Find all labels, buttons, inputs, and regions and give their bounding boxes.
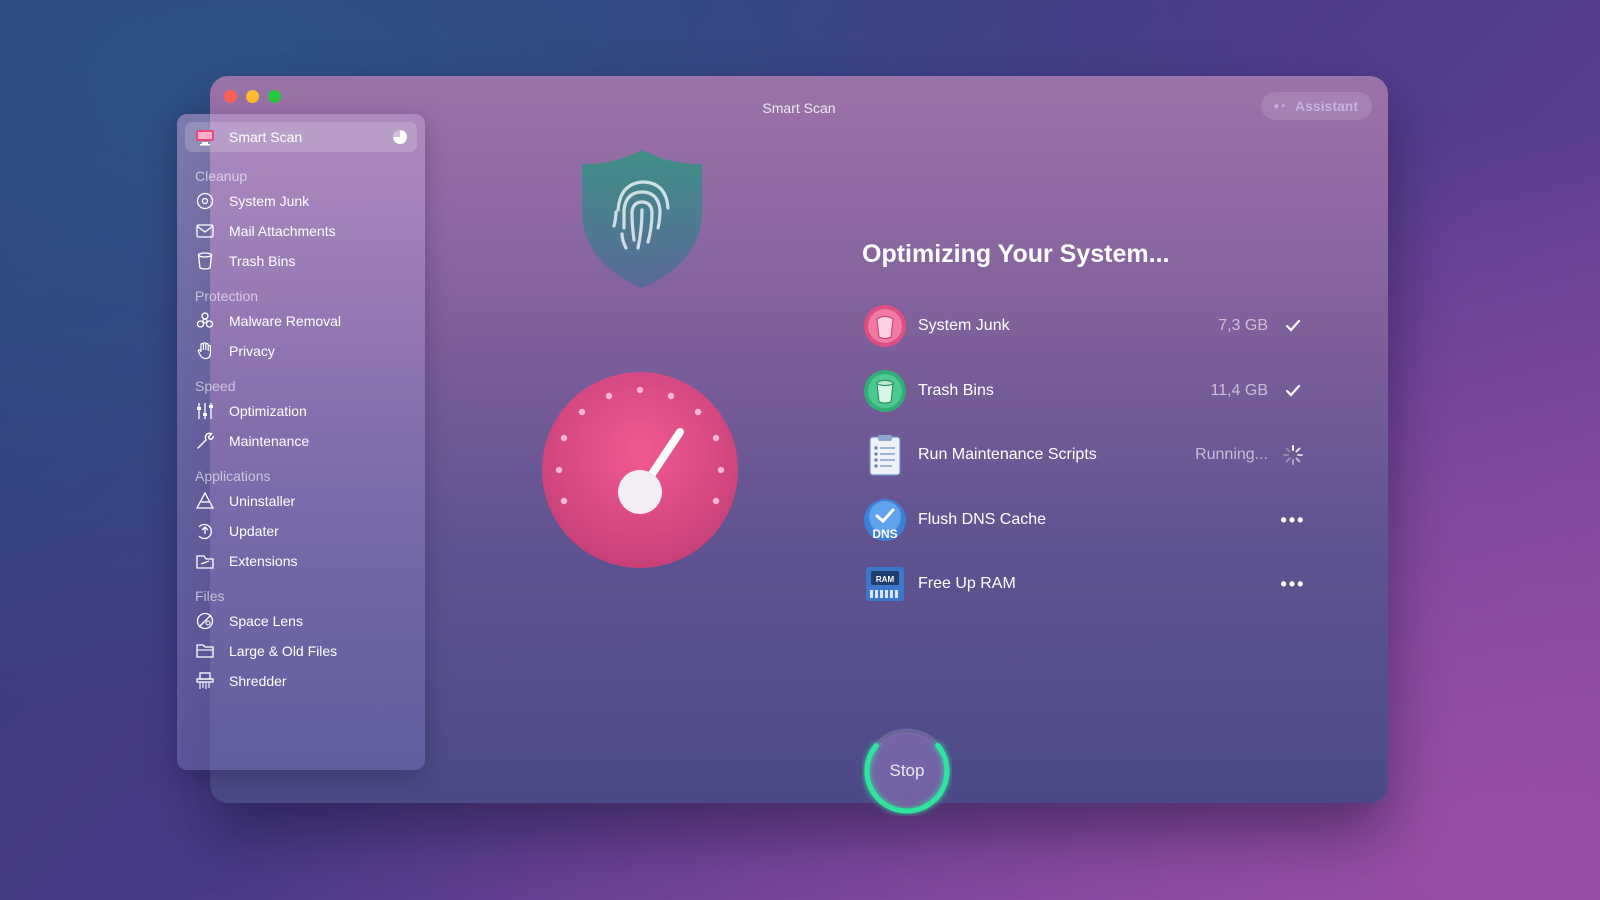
task-label: Trash Bins xyxy=(918,382,994,399)
spinner-icon xyxy=(1282,444,1304,466)
sidebar-item-smart-scan[interactable]: Smart Scan xyxy=(185,122,417,152)
dns-icon: DNS xyxy=(864,499,906,541)
sliders-icon xyxy=(195,401,215,421)
task-row-system-junk: System Junk 7,3 GB xyxy=(864,302,1304,350)
biohazard-icon xyxy=(195,311,215,331)
sidebar-item-label: Space Lens xyxy=(229,613,303,629)
dns-icon-text: DNS xyxy=(872,527,897,541)
sidebar-item-updater[interactable]: Updater xyxy=(177,516,425,546)
sidebar-item-large-old-files[interactable]: Large & Old Files xyxy=(177,636,425,666)
updater-icon xyxy=(195,521,215,541)
clipboard-icon xyxy=(864,434,906,476)
sidebar-item-privacy[interactable]: Privacy xyxy=(177,336,425,366)
sidebar-item-label: System Junk xyxy=(229,193,310,209)
sidebar-section-cleanup: Cleanup xyxy=(195,168,248,184)
stop-button[interactable]: Stop xyxy=(862,726,952,816)
speed-dial-icon xyxy=(540,370,740,575)
sidebar-item-extensions[interactable]: Extensions xyxy=(177,546,425,576)
page-title: Optimizing Your System... xyxy=(862,240,1170,268)
task-size: 7,3 GB xyxy=(1218,317,1268,334)
sidebar-item-label: Privacy xyxy=(229,343,275,359)
sidebar-item-system-junk[interactable]: System Junk xyxy=(177,186,425,216)
sidebar-item-label: Updater xyxy=(229,523,279,539)
task-size: 11,4 GB xyxy=(1210,382,1268,399)
trash-icon xyxy=(195,251,215,271)
sidebar-item-label: Maintenance xyxy=(229,433,310,449)
sidebar-section-speed: Speed xyxy=(195,378,236,394)
more-icon: ••• xyxy=(1280,509,1306,530)
sidebar-item-label: Shredder xyxy=(229,673,287,689)
sidebar-item-label: Malware Removal xyxy=(229,313,342,329)
sidebar-item-label: Large & Old Files xyxy=(229,643,338,659)
system-junk-icon xyxy=(864,305,906,347)
trash-bins-icon xyxy=(864,370,906,412)
sidebar-item-shredder[interactable]: Shredder xyxy=(177,666,425,696)
shredder-icon xyxy=(195,671,215,691)
assistant-label: Assistant xyxy=(1294,98,1358,114)
ram-icon: RAM xyxy=(864,563,906,605)
wrench-icon xyxy=(195,431,215,451)
sidebar-item-optimization[interactable]: Optimization xyxy=(177,396,425,426)
stop-label: Stop xyxy=(889,761,925,780)
sidebar-item-label: Optimization xyxy=(229,403,307,419)
sidebar-section-protection: Protection xyxy=(195,288,259,304)
sidebar-item-mail-attachments[interactable]: Mail Attachments xyxy=(177,216,425,246)
sidebar-item-label: Extensions xyxy=(229,553,298,569)
sidebar: Smart Scan Cleanup System Junk Mail Atta… xyxy=(177,114,425,770)
sidebar-section-applications: Applications xyxy=(195,468,271,484)
task-row-trash-bins: Trash Bins 11,4 GB xyxy=(864,367,1304,415)
lens-icon xyxy=(195,611,215,631)
sidebar-item-label: Mail Attachments xyxy=(229,223,336,239)
sidebar-item-label: Trash Bins xyxy=(229,253,296,269)
shield-fingerprint-icon xyxy=(578,148,706,295)
task-label: Free Up RAM xyxy=(918,575,1016,592)
sidebar-item-label: Uninstaller xyxy=(229,493,296,509)
ram-icon-text: RAM xyxy=(876,575,895,584)
task-label: Flush DNS Cache xyxy=(918,511,1047,528)
checkmark-icon xyxy=(1282,380,1304,402)
monitor-icon xyxy=(195,127,215,147)
sidebar-item-maintenance[interactable]: Maintenance xyxy=(177,426,425,456)
sidebar-item-trash-bins[interactable]: Trash Bins xyxy=(177,246,425,276)
checkmark-icon xyxy=(1282,315,1304,337)
scan-progress-icon xyxy=(393,130,407,144)
task-row-free-up-ram: RAM Free Up RAM ••• xyxy=(864,560,1304,608)
extensions-icon xyxy=(195,551,215,571)
folder-icon xyxy=(195,641,215,661)
assistant-icon: ●• xyxy=(1273,100,1287,112)
hand-icon xyxy=(195,341,215,361)
task-label: Run Maintenance Scripts xyxy=(918,446,1097,463)
sidebar-item-space-lens[interactable]: Space Lens xyxy=(177,606,425,636)
more-icon: ••• xyxy=(1280,573,1306,594)
uninstaller-icon xyxy=(195,491,215,511)
sidebar-item-uninstaller[interactable]: Uninstaller xyxy=(177,486,425,516)
assistant-button[interactable]: ●• Assistant xyxy=(1261,92,1372,120)
sidebar-item-malware-removal[interactable]: Malware Removal xyxy=(177,306,425,336)
sidebar-item-label: Smart Scan xyxy=(229,129,303,145)
task-status-text: Running... xyxy=(1195,446,1268,463)
task-row-flush-dns: DNS Flush DNS Cache ••• xyxy=(864,496,1304,544)
task-row-maintenance-scripts: Run Maintenance Scripts Running... xyxy=(864,431,1304,479)
task-label: System Junk xyxy=(918,317,1010,334)
sidebar-section-files: Files xyxy=(195,588,225,604)
envelope-icon xyxy=(195,221,215,241)
disc-icon xyxy=(195,191,215,211)
